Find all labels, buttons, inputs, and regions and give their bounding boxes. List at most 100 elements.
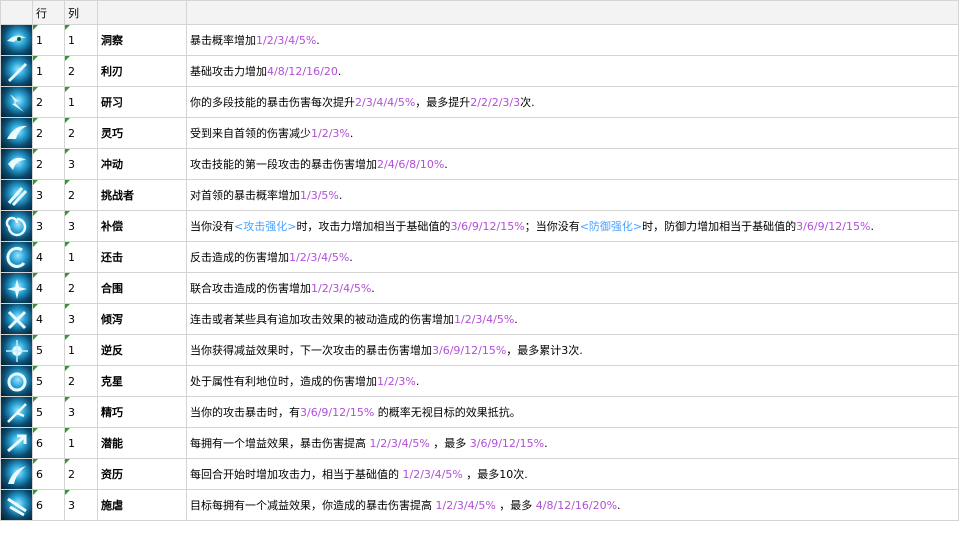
skill-name-cell[interactable]: 还击 xyxy=(97,241,187,273)
table-row[interactable]: 5 2 克星 处于属性有利地位时，造成的伤害增加1/2/3%. xyxy=(0,365,959,397)
table-row[interactable]: 3 3 补偿 当你没有<攻击强化>时，攻击力增加相当于基础值的3/6/9/12/15%… xyxy=(0,210,959,242)
skill-icon-cell[interactable] xyxy=(0,489,33,521)
skill-description-cell[interactable]: 对首领的暴击概率增加1/3/5%. xyxy=(186,179,959,211)
skill-description-cell[interactable]: 当你的攻击暴击时，有3/6/9/12/15% 的概率无视目标的效果抵抗。 xyxy=(186,396,959,428)
column-number-cell[interactable]: 1 xyxy=(64,24,98,56)
table-row[interactable]: 2 2 灵巧 受到来自首领的伤害减少1/2/3%. xyxy=(0,117,959,149)
skill-name-cell[interactable]: 洞察 xyxy=(97,24,187,56)
column-number-cell[interactable]: 3 xyxy=(64,396,98,428)
skill-name-cell[interactable]: 逆反 xyxy=(97,334,187,366)
column-number-cell[interactable]: 1 xyxy=(64,241,98,273)
row-number-cell[interactable]: 2 xyxy=(32,148,65,180)
skill-name-cell[interactable]: 倾泻 xyxy=(97,303,187,335)
table-row[interactable]: 6 2 资历 每回合开始时增加攻击力，相当于基础值的 1/2/3/4/5% ，最多10… xyxy=(0,458,959,490)
skill-description-cell[interactable]: 基础攻击力增加4/8/12/16/20. xyxy=(186,55,959,87)
skill-name-cell[interactable]: 补偿 xyxy=(97,210,187,242)
table-row[interactable]: 4 3 倾泻 连击或者某些具有追加攻击效果的被动造成的伤害增加1/2/3/4/5%. xyxy=(0,303,959,335)
table-row[interactable]: 6 1 潜能 每拥有一个增益效果，暴击伤害提高 1/2/3/4/5% ，最多 3/6/… xyxy=(0,427,959,459)
header-name[interactable] xyxy=(97,0,187,25)
skill-icon-cell[interactable] xyxy=(0,86,33,118)
skill-icon-cell[interactable] xyxy=(0,272,33,304)
table-row[interactable]: 4 2 合围 联合攻击造成的伤害增加1/2/3/4/5%. xyxy=(0,272,959,304)
column-number-cell[interactable]: 3 xyxy=(64,148,98,180)
row-number-cell[interactable]: 4 xyxy=(32,272,65,304)
row-number-cell[interactable]: 6 xyxy=(32,427,65,459)
skill-description-cell[interactable]: 攻击技能的第一段攻击的暴击伤害增加2/4/6/8/10%. xyxy=(186,148,959,180)
skill-description-cell[interactable]: 当你获得减益效果时，下一次攻击的暴击伤害增加3/6/9/12/15%，最多累计3… xyxy=(186,334,959,366)
table-row[interactable]: 6 3 施虐 目标每拥有一个减益效果，你造成的暴击伤害提高 1/2/3/4/5% ，最… xyxy=(0,489,959,521)
skill-name-cell[interactable]: 灵巧 xyxy=(97,117,187,149)
column-number-cell[interactable]: 1 xyxy=(64,427,98,459)
skill-icon-cell[interactable] xyxy=(0,24,33,56)
skill-icon-cell[interactable] xyxy=(0,210,33,242)
column-number-cell[interactable]: 3 xyxy=(64,303,98,335)
table-row[interactable]: 2 3 冲动 攻击技能的第一段攻击的暴击伤害增加2/4/6/8/10%. xyxy=(0,148,959,180)
skill-description-cell[interactable]: 当你没有<攻击强化>时，攻击力增加相当于基础值的3/6/9/12/15%；当你没… xyxy=(186,210,959,242)
skill-description-cell[interactable]: 暴击概率增加1/2/3/4/5%. xyxy=(186,24,959,56)
skill-icon-cell[interactable] xyxy=(0,303,33,335)
column-number-cell[interactable]: 1 xyxy=(64,86,98,118)
skill-icon-cell[interactable] xyxy=(0,117,33,149)
table-row[interactable]: 3 2 挑战者 对首领的暴击概率增加1/3/5%. xyxy=(0,179,959,211)
table-row[interactable]: 5 3 精巧 当你的攻击暴击时，有3/6/9/12/15% 的概率无视目标的效果抵抗。 xyxy=(0,396,959,428)
skill-description-cell[interactable]: 反击造成的伤害增加1/2/3/4/5%. xyxy=(186,241,959,273)
row-number-cell[interactable]: 1 xyxy=(32,55,65,87)
skill-description-cell[interactable]: 每回合开始时增加攻击力，相当于基础值的 1/2/3/4/5% ，最多10次. xyxy=(186,458,959,490)
skill-name-cell[interactable]: 克星 xyxy=(97,365,187,397)
skill-description-cell[interactable]: 处于属性有利地位时，造成的伤害增加1/2/3%. xyxy=(186,365,959,397)
skill-icon-cell[interactable] xyxy=(0,179,33,211)
skill-name-cell[interactable]: 合围 xyxy=(97,272,187,304)
column-number-cell[interactable]: 3 xyxy=(64,210,98,242)
header-description[interactable] xyxy=(186,0,959,25)
skill-icon-cell[interactable] xyxy=(0,55,33,87)
header-row-number[interactable]: 行 xyxy=(32,0,65,25)
skill-description-cell[interactable]: 联合攻击造成的伤害增加1/2/3/4/5%. xyxy=(186,272,959,304)
skill-name-cell[interactable]: 潜能 xyxy=(97,427,187,459)
row-number-cell[interactable]: 5 xyxy=(32,396,65,428)
skill-name-cell[interactable]: 研习 xyxy=(97,86,187,118)
table-row[interactable]: 5 1 逆反 当你获得减益效果时，下一次攻击的暴击伤害增加3/6/9/12/15%，最… xyxy=(0,334,959,366)
table-row[interactable]: 1 2 利刃 基础攻击力增加4/8/12/16/20. xyxy=(0,55,959,87)
skill-icon-cell[interactable] xyxy=(0,241,33,273)
skill-name-cell[interactable]: 冲动 xyxy=(97,148,187,180)
row-number-cell[interactable]: 5 xyxy=(32,334,65,366)
header-column-number[interactable]: 列 xyxy=(64,0,98,25)
column-number-cell[interactable]: 2 xyxy=(64,272,98,304)
row-number-cell[interactable]: 6 xyxy=(32,489,65,521)
skill-icon-cell[interactable] xyxy=(0,396,33,428)
row-number-cell[interactable]: 2 xyxy=(32,86,65,118)
skill-description-cell[interactable]: 连击或者某些具有追加攻击效果的被动造成的伤害增加1/2/3/4/5%. xyxy=(186,303,959,335)
column-number-cell[interactable]: 2 xyxy=(64,55,98,87)
skill-name-cell[interactable]: 施虐 xyxy=(97,489,187,521)
skill-description-cell[interactable]: 你的多段技能的暴击伤害每次提升2/3/4/4/5%，最多提升2/2/2/3/3次… xyxy=(186,86,959,118)
column-number-cell[interactable]: 2 xyxy=(64,458,98,490)
skill-name-cell[interactable]: 利刃 xyxy=(97,55,187,87)
row-number-cell[interactable]: 3 xyxy=(32,179,65,211)
row-number-cell[interactable]: 3 xyxy=(32,210,65,242)
skill-description-cell[interactable]: 目标每拥有一个减益效果，你造成的暴击伤害提高 1/2/3/4/5% ，最多 4/… xyxy=(186,489,959,521)
skill-icon-cell[interactable] xyxy=(0,365,33,397)
table-row[interactable]: 4 1 还击 反击造成的伤害增加1/2/3/4/5%. xyxy=(0,241,959,273)
skill-name-cell[interactable]: 资历 xyxy=(97,458,187,490)
row-number-cell[interactable]: 4 xyxy=(32,241,65,273)
skill-icon-cell[interactable] xyxy=(0,148,33,180)
column-number-cell[interactable]: 2 xyxy=(64,117,98,149)
header-icon-cell[interactable] xyxy=(0,0,33,25)
skill-name-cell[interactable]: 挑战者 xyxy=(97,179,187,211)
skill-name-cell[interactable]: 精巧 xyxy=(97,396,187,428)
skill-icon-cell[interactable] xyxy=(0,334,33,366)
row-number-cell[interactable]: 4 xyxy=(32,303,65,335)
row-number-cell[interactable]: 5 xyxy=(32,365,65,397)
table-row[interactable]: 1 1 洞察 暴击概率增加1/2/3/4/5%. xyxy=(0,24,959,56)
skill-description-cell[interactable]: 每拥有一个增益效果，暴击伤害提高 1/2/3/4/5% ，最多 3/6/9/12… xyxy=(186,427,959,459)
column-number-cell[interactable]: 2 xyxy=(64,179,98,211)
row-number-cell[interactable]: 2 xyxy=(32,117,65,149)
column-number-cell[interactable]: 3 xyxy=(64,489,98,521)
row-number-cell[interactable]: 6 xyxy=(32,458,65,490)
table-row[interactable]: 2 1 研习 你的多段技能的暴击伤害每次提升2/3/4/4/5%，最多提升2/2/2/… xyxy=(0,86,959,118)
skill-icon-cell[interactable] xyxy=(0,458,33,490)
row-number-cell[interactable]: 1 xyxy=(32,24,65,56)
skill-icon-cell[interactable] xyxy=(0,427,33,459)
column-number-cell[interactable]: 1 xyxy=(64,334,98,366)
skill-description-cell[interactable]: 受到来自首领的伤害减少1/2/3%. xyxy=(186,117,959,149)
